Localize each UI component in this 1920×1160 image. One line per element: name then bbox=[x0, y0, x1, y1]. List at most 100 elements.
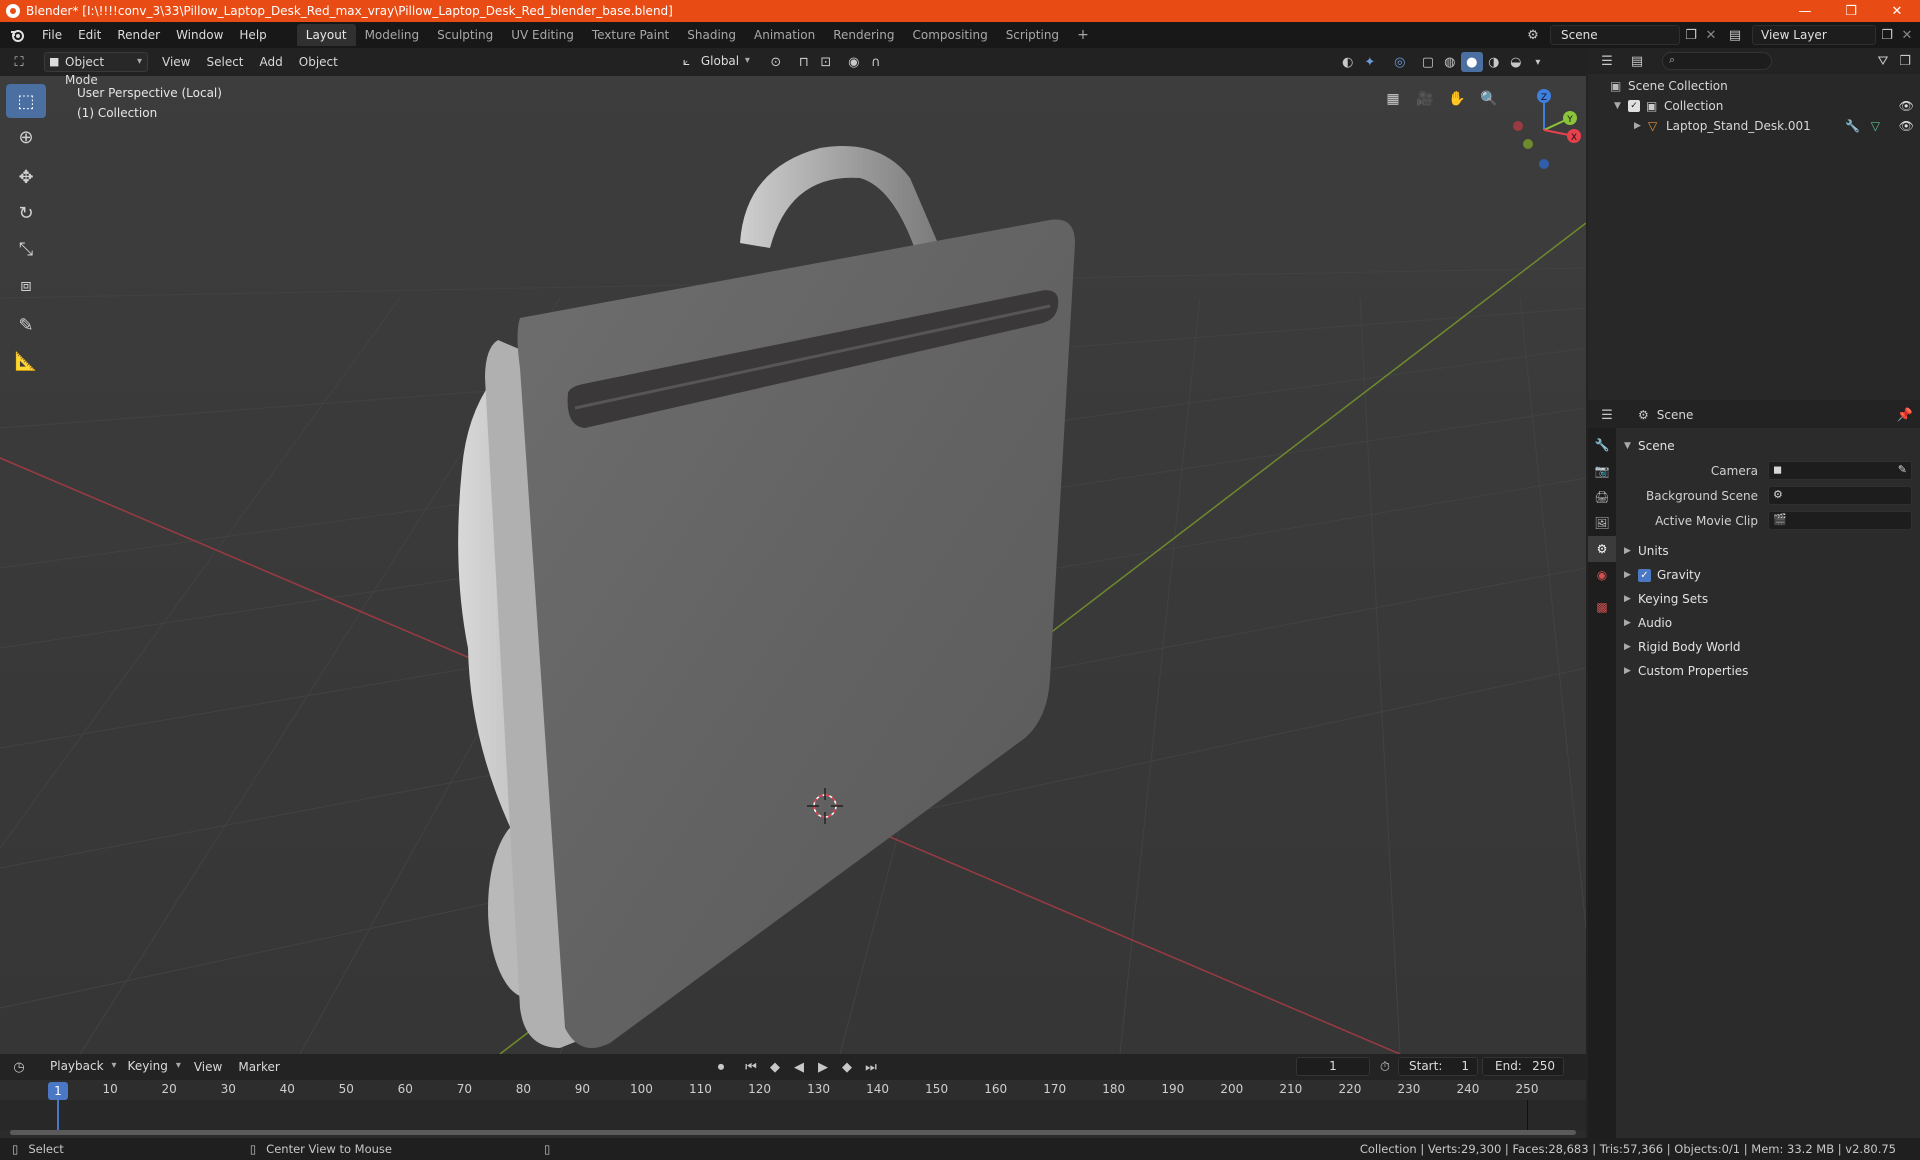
marker-menu[interactable]: Marker bbox=[230, 1057, 287, 1077]
keying-menu[interactable]: Keying bbox=[122, 1057, 186, 1077]
current-frame-indicator[interactable]: 1 bbox=[48, 1082, 68, 1100]
tab-modeling[interactable]: Modeling bbox=[356, 24, 429, 46]
expand-object-icon[interactable]: ▶ bbox=[1634, 121, 1648, 131]
jump-start-icon[interactable]: ⏮ bbox=[740, 1057, 762, 1077]
timeline-view-menu[interactable]: View bbox=[186, 1057, 230, 1077]
select-box-tool[interactable]: ⬚ bbox=[6, 84, 46, 118]
minimize-button[interactable]: — bbox=[1782, 0, 1828, 22]
menu-file[interactable]: File bbox=[34, 24, 70, 46]
gravity-checkbox[interactable]: ✓ bbox=[1638, 568, 1651, 582]
background-scene-field[interactable]: ⚙ bbox=[1768, 486, 1912, 505]
world-tab[interactable]: ◉ bbox=[1588, 562, 1616, 588]
camera-field[interactable]: ◼ ✎ bbox=[1768, 461, 1912, 480]
tab-compositing[interactable]: Compositing bbox=[903, 24, 996, 46]
collection-checkbox[interactable]: ✓ bbox=[1628, 100, 1640, 112]
3d-viewport[interactable]: ⛶ ■ Object Mode View Select Add Object ⟀… bbox=[0, 48, 1586, 1054]
menu-help[interactable]: Help bbox=[231, 24, 274, 46]
view-layer-tab[interactable]: 🖼 bbox=[1588, 510, 1616, 536]
pin-icon[interactable]: 📌 bbox=[1894, 405, 1916, 425]
pan-hand-icon[interactable]: ✋ bbox=[1444, 86, 1470, 112]
keying-sets-panel-header[interactable]: ▶ Keying Sets bbox=[1616, 587, 1920, 611]
rigid-body-world-panel-header[interactable]: ▶ Rigid Body World bbox=[1616, 635, 1920, 659]
render-tab[interactable]: 📷 bbox=[1588, 458, 1616, 484]
jump-end-icon[interactable]: ⏭ bbox=[860, 1057, 882, 1077]
gravity-panel-header[interactable]: ▶ ✓ Gravity bbox=[1616, 563, 1920, 587]
outliner-editor-icon[interactable]: ☰ bbox=[1596, 51, 1618, 71]
timeline-ruler[interactable]: 1102030405060708090100110120130140150160… bbox=[0, 1080, 1586, 1100]
outliner-row-collection[interactable]: ▼ ✓ ▣ Collection 👁 bbox=[1588, 96, 1920, 116]
custom-properties-panel-header[interactable]: ▶ Custom Properties bbox=[1616, 659, 1920, 683]
material-shading-icon[interactable]: ◑ bbox=[1483, 52, 1505, 72]
camera-view-icon[interactable]: 🎥 bbox=[1412, 86, 1438, 112]
scene-tab[interactable]: ⚙ bbox=[1588, 536, 1616, 562]
close-button[interactable]: ✕ bbox=[1874, 0, 1920, 22]
grid-view-icon[interactable]: ▦ bbox=[1380, 86, 1406, 112]
object-visibility-icon[interactable]: 👁 bbox=[1899, 119, 1914, 133]
menu-render[interactable]: Render bbox=[109, 24, 168, 46]
select-menu[interactable]: Select bbox=[198, 52, 251, 72]
add-workspace-button[interactable]: + bbox=[1068, 24, 1098, 46]
outliner-search-field[interactable]: ⌕ bbox=[1662, 52, 1772, 70]
tab-scripting[interactable]: Scripting bbox=[997, 24, 1068, 46]
play-reverse-icon[interactable]: ◀ bbox=[788, 1057, 810, 1077]
tab-rendering[interactable]: Rendering bbox=[824, 24, 903, 46]
new-view-layer-icon[interactable]: ❐ bbox=[1876, 25, 1898, 45]
object-menu[interactable]: Object bbox=[291, 52, 346, 72]
solid-shading-icon[interactable]: ● bbox=[1460, 52, 1483, 72]
menu-edit[interactable]: Edit bbox=[70, 24, 109, 46]
editor-type-icon[interactable]: ⛶ bbox=[8, 52, 30, 72]
gizmo-toggle-icon[interactable]: ✦ bbox=[1359, 52, 1381, 72]
cursor-tool[interactable]: ⊕ bbox=[6, 120, 46, 154]
filter-icon[interactable]: ⛛ bbox=[1872, 51, 1894, 71]
play-icon[interactable]: ▶ bbox=[812, 1057, 834, 1077]
next-keyframe-icon[interactable]: ◆ bbox=[836, 1057, 858, 1077]
view-layer-field[interactable]: View Layer bbox=[1752, 25, 1876, 45]
snap-icon[interactable]: ⊓ bbox=[793, 52, 815, 72]
view-menu[interactable]: View bbox=[154, 52, 198, 72]
shading-options-icon[interactable]: ▾ bbox=[1527, 52, 1549, 72]
outliner-row-object[interactable]: ▶ ▽ Laptop_Stand_Desk.001 🔧 ▽ 👁 bbox=[1588, 116, 1920, 136]
new-scene-icon[interactable]: ❐ bbox=[1680, 25, 1702, 45]
display-mode-icon[interactable]: ▤ bbox=[1626, 51, 1648, 71]
playback-menu[interactable]: Playback bbox=[44, 1057, 122, 1077]
end-frame-field[interactable]: End: 250 bbox=[1482, 1057, 1564, 1076]
wireframe-shading-icon[interactable]: ◍ bbox=[1439, 52, 1461, 72]
properties-editor-icon[interactable]: ☰ bbox=[1596, 405, 1618, 425]
measure-tool[interactable]: 📐 bbox=[6, 344, 46, 378]
tab-texture-paint[interactable]: Texture Paint bbox=[583, 24, 678, 46]
outliner-row-scene-collection[interactable]: ▣ Scene Collection bbox=[1588, 76, 1920, 96]
texture-tab[interactable]: ▩ bbox=[1588, 594, 1616, 620]
modifier-icon[interactable]: 🔧 bbox=[1845, 119, 1860, 133]
delete-view-layer-icon[interactable]: ✕ bbox=[1896, 25, 1918, 45]
rendered-shading-icon[interactable]: ◒ bbox=[1505, 52, 1527, 72]
tab-uv-editing[interactable]: UV Editing bbox=[502, 24, 583, 46]
start-frame-field[interactable]: Start: 1 bbox=[1398, 1057, 1478, 1076]
maximize-button[interactable]: ❐ bbox=[1828, 0, 1874, 22]
tab-sculpting[interactable]: Sculpting bbox=[428, 24, 502, 46]
annotate-tool[interactable]: ✎ bbox=[6, 308, 46, 342]
preview-range-icon[interactable]: ⏱ bbox=[1374, 1057, 1396, 1077]
proportional-edit-icon[interactable]: ◉ bbox=[843, 52, 865, 72]
navigation-gizmo[interactable]: Z Y X bbox=[1500, 82, 1586, 172]
timeline-editor-icon[interactable]: ◷ bbox=[8, 1057, 30, 1077]
menu-window[interactable]: Window bbox=[168, 24, 231, 46]
scale-tool[interactable]: ⤡ bbox=[6, 232, 46, 266]
new-collection-icon[interactable]: ❐ bbox=[1894, 51, 1916, 71]
audio-panel-header[interactable]: ▶ Audio bbox=[1616, 611, 1920, 635]
view-layer-icon[interactable]: ▤ bbox=[1724, 25, 1746, 45]
active-movie-clip-field[interactable]: 🎬 bbox=[1768, 511, 1912, 530]
zoom-icon[interactable]: 🔍 bbox=[1476, 86, 1502, 112]
pivot-point-icon[interactable]: ⊙ bbox=[765, 52, 787, 72]
timeline-track[interactable] bbox=[0, 1100, 1586, 1130]
xray-toggle-icon[interactable]: ▢ bbox=[1417, 52, 1439, 72]
mesh-data-icon[interactable]: ▽ bbox=[1871, 119, 1880, 133]
transform-orientation-dropdown[interactable]: ⟀ Global bbox=[681, 52, 755, 72]
tool-tab[interactable]: 🔧 bbox=[1588, 432, 1616, 458]
rotate-tool[interactable]: ↻ bbox=[6, 196, 46, 230]
transform-tool[interactable]: ⧈ bbox=[6, 268, 46, 302]
visibility-icon[interactable]: ◐ bbox=[1337, 52, 1359, 72]
units-panel-header[interactable]: ▶ Units bbox=[1616, 539, 1920, 563]
tab-shading[interactable]: Shading bbox=[678, 24, 745, 46]
tab-animation[interactable]: Animation bbox=[745, 24, 824, 46]
expand-collection-icon[interactable]: ▼ bbox=[1614, 101, 1628, 111]
